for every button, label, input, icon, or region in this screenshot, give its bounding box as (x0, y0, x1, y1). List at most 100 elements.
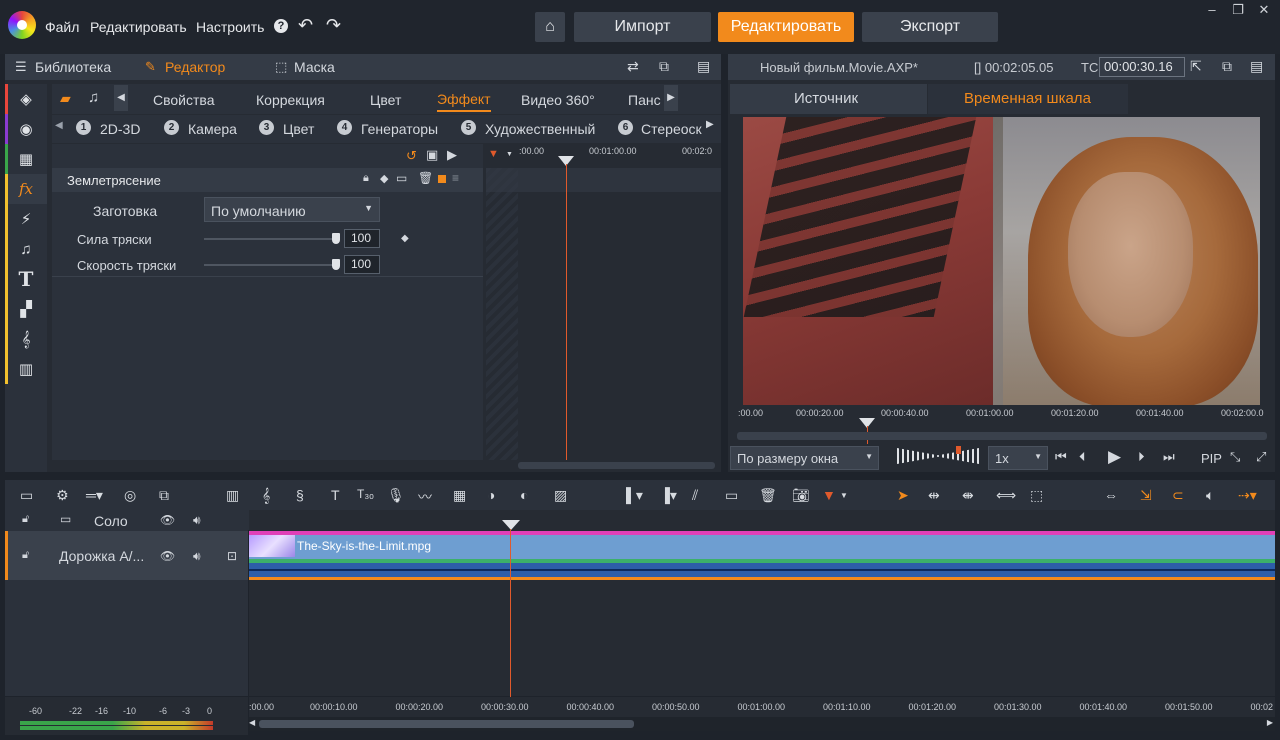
tab-properties[interactable]: Свойства (153, 92, 214, 108)
go-to-start-icon[interactable]: ⏮ (1055, 449, 1067, 465)
track-speaker-icon[interactable]: 🔊︎ (193, 549, 201, 564)
category-2d-3d[interactable]: 2D-3D (100, 121, 140, 137)
scroll-left-icon[interactable]: ◀ (249, 718, 255, 727)
trash-icon[interactable]: 🗑︎ (418, 171, 433, 185)
edit-mode-icon[interactable]: ⇢▾ (1238, 487, 1257, 504)
tab-color[interactable]: Цвет (370, 92, 401, 108)
slip-tool-icon[interactable]: ⇼ (962, 487, 974, 504)
help-icon[interactable]: ? (274, 19, 288, 33)
category-artistic[interactable]: Художественный (485, 121, 595, 137)
audio-note-icon[interactable]: ♫ (88, 89, 99, 106)
home-button[interactable]: ⌂ (535, 12, 565, 42)
category-camera[interactable]: Камера (188, 121, 237, 137)
timeline-playhead-handle[interactable] (502, 520, 520, 530)
menu-lines-icon[interactable]: ≡ (452, 171, 459, 185)
multicam-icon[interactable]: ▦ (453, 487, 466, 504)
kf-scrollbar[interactable] (518, 462, 715, 469)
marker-dropdown-icon[interactable]: ▼ (840, 491, 848, 500)
category-audio[interactable]: 𝄞 (5, 324, 47, 354)
tab-library[interactable]: Библиотека (35, 59, 111, 75)
title-tool-icon[interactable]: T (331, 487, 340, 503)
timeline-scrollbar-thumb[interactable] (259, 720, 634, 728)
magnet-icon[interactable]: ⊂ (1172, 487, 1184, 504)
category-titles[interactable]: T (5, 264, 47, 294)
fullscreen-icon[interactable]: ⇱ (1190, 58, 1202, 75)
magnet-line-icon[interactable]: ⇲ (1140, 487, 1152, 504)
speed-select[interactable]: 1x ▼ (988, 446, 1048, 470)
master-lock-icon[interactable]: 🔓︎ (22, 513, 29, 526)
category-montage[interactable]: ▦ (5, 144, 47, 174)
go-to-end-icon[interactable]: ⏭ (1163, 449, 1175, 465)
preview-layout-icon[interactable]: ▤ (1250, 58, 1263, 75)
category-stereo[interactable]: Стереоск (641, 121, 703, 137)
menu-edit[interactable]: Редактировать (90, 19, 187, 35)
slide-tool-icon[interactable]: ⟺ (996, 487, 1016, 504)
shake-strength-input[interactable]: 100 (344, 229, 380, 248)
color-wheel-icon[interactable]: ◑ (487, 487, 495, 503)
video-clip[interactable]: The-Sky-is-the-Limit.mpg (249, 531, 1275, 580)
cat-scroll-right-icon[interactable]: ▶ (706, 119, 714, 130)
add-keyframe-icon[interactable]: ◆ (401, 233, 409, 244)
restore-icon[interactable]: ❐ (1228, 2, 1248, 20)
ripple-tool-icon[interactable]: ⇹ (928, 487, 940, 504)
shake-strength-handle[interactable] (332, 233, 340, 244)
tabs-scroll-right-icon[interactable]: ▶ (664, 85, 678, 111)
tab-effect[interactable]: Эффект (437, 91, 491, 112)
tab-timeline[interactable]: Временная шкала (928, 84, 1128, 114)
category-generators[interactable]: Генераторы (361, 121, 438, 137)
swap-icon[interactable]: ⇄ (627, 58, 639, 75)
pointer-tool-icon[interactable]: ➤ (897, 487, 909, 504)
import-button[interactable]: Импорт (574, 12, 711, 42)
marker-left-icon[interactable]: ▌▾ (626, 487, 643, 504)
timecode-input[interactable]: 00:00:30.16 (1099, 57, 1185, 77)
track-height-icon[interactable]: ═▾ (86, 487, 103, 504)
menu-file[interactable]: Файл (45, 19, 79, 35)
zoom-select[interactable]: По размеру окна ▼ (730, 446, 879, 470)
marker-icon[interactable]: ▼ (488, 148, 499, 160)
tab-correction[interactable]: Коррекция (256, 92, 325, 108)
redo-icon[interactable]: ↷ (326, 15, 341, 36)
scroll-right-icon[interactable]: ▶ (1267, 718, 1273, 727)
insert-icon[interactable]: ▭ (725, 487, 738, 504)
step-back-icon[interactable]: ⏴ (1079, 449, 1086, 465)
marker-dropdown-icon[interactable]: ▼ (506, 151, 513, 158)
expand-icon[interactable]: ⤢ (1256, 449, 1266, 465)
category-fast[interactable]: ⚡ (5, 204, 47, 234)
master-eye-icon[interactable]: 👁︎ (160, 513, 175, 527)
image-icon[interactable]: ▭ (396, 171, 407, 185)
delete-icon[interactable]: 🗑︎ (759, 487, 777, 504)
scorefitter-icon[interactable]: 𝄞 (262, 487, 270, 504)
motion-tracking-icon[interactable]: 〰 (418, 487, 432, 507)
morph-icon[interactable]: ◐ (520, 487, 528, 503)
chart-icon[interactable]: ▨ (554, 487, 567, 504)
lock-icon[interactable]: 🔒︎ (363, 172, 369, 185)
edit-button[interactable]: Редактировать (718, 12, 854, 42)
detach-icon[interactable]: ⧉ (659, 58, 669, 75)
tab-editor[interactable]: Редактор (165, 59, 225, 75)
export-button[interactable]: Экспорт (862, 12, 998, 42)
image-add-icon[interactable]: ⧉ (159, 487, 169, 504)
keyframe-diamond-icon[interactable]: ◆ (380, 172, 388, 185)
audio-ducking-icon[interactable]: § (296, 487, 304, 503)
category-graphics[interactable]: ▞ (5, 294, 47, 324)
reset-icon[interactable]: ↺ (406, 148, 417, 164)
stretch-tool-icon[interactable]: ⬚ (1030, 487, 1043, 504)
pip-button[interactable]: PIP (1201, 451, 1222, 466)
minimize-icon[interactable]: – (1202, 2, 1222, 20)
tabs-scroll-left-icon[interactable]: ◀ (114, 85, 128, 111)
shake-strength-slider[interactable] (204, 238, 338, 240)
preset-select[interactable]: По умолчанию ▼ (204, 197, 380, 222)
disc-icon[interactable]: ◎ (124, 487, 136, 504)
video-preview[interactable] (743, 117, 1260, 405)
master-speaker-icon[interactable]: 🔊︎ (193, 513, 201, 528)
category-effects[interactable]: fx (5, 174, 47, 204)
tab-pan[interactable]: Панс (628, 92, 661, 108)
category-color[interactable]: Цвет (283, 121, 314, 137)
video-camera-icon[interactable]: ▰ (60, 90, 71, 107)
dynamic-length-icon[interactable]: ⇔ (1104, 487, 1118, 503)
marker-right-icon[interactable]: ▐▾ (660, 487, 677, 504)
track-view-icon[interactable]: ▭ (20, 487, 33, 504)
title-3d-icon[interactable]: T₃ₒ (357, 487, 374, 501)
shake-speed-slider[interactable] (204, 264, 338, 266)
shake-speed-input[interactable]: 100 (344, 255, 380, 274)
